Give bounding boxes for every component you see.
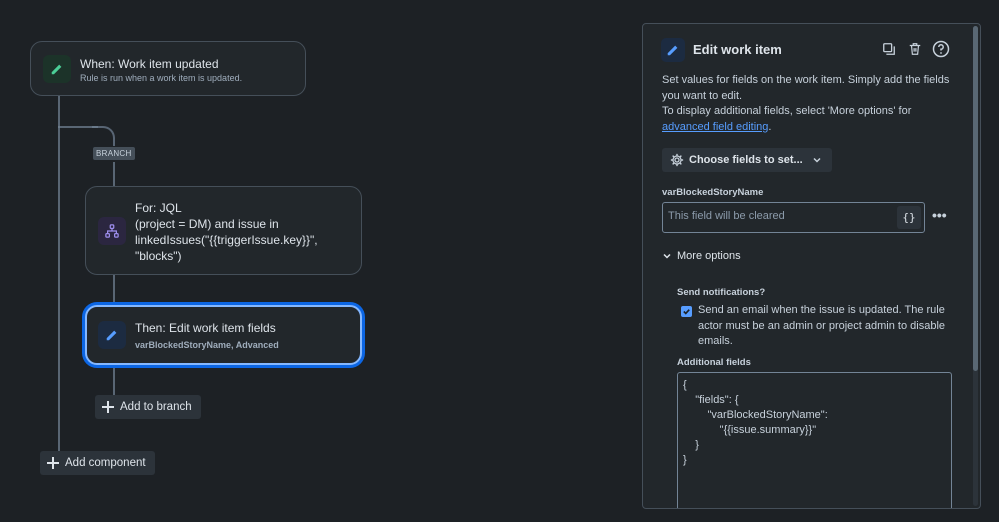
action-title: Then: Edit work item fields <box>135 321 276 335</box>
panel-actions <box>880 40 950 58</box>
desc-end: . <box>768 120 772 133</box>
panel-scroll-thumb[interactable] <box>973 26 978 371</box>
add-component-button[interactable]: Add component <box>40 451 155 475</box>
edit-work-item-panel: Edit work item Set values for fields on … <box>642 23 981 509</box>
action-card[interactable]: Then: Edit work item fields varBlockedSt… <box>85 305 362 365</box>
pencil-icon <box>667 45 678 56</box>
chevron-down-icon <box>813 157 821 163</box>
branch-line-3: linkedIssues("{{triggerIssue.key}}", <box>135 233 318 247</box>
plus-icon <box>102 401 114 413</box>
code-line: } <box>683 454 687 466</box>
gear-icon <box>670 153 684 167</box>
action-subtitle: varBlockedStoryName, Advanced <box>135 340 279 350</box>
pencil-icon <box>106 330 117 341</box>
duplicate-button[interactable] <box>880 40 898 58</box>
more-options-toggle[interactable]: More options <box>662 250 741 262</box>
desc-line-2: To display additional fields, select 'Mo… <box>662 105 912 117</box>
code-line: { <box>683 379 687 391</box>
field-label: varBlockedStoryName <box>662 187 764 198</box>
chevron-down-icon <box>663 253 671 259</box>
action-icon-box <box>98 321 126 349</box>
code-line: "fields": { <box>683 394 739 406</box>
send-notifications-label: Send notifications? <box>677 287 766 298</box>
trash-icon <box>909 43 921 55</box>
advanced-field-editing-link[interactable]: advanced field editing <box>662 121 768 133</box>
action-subtitle-rest: , Advanced <box>231 340 279 350</box>
desc-line-1: Set values for fields on the work item. … <box>662 74 950 102</box>
trigger-title: When: Work item updated <box>80 57 219 71</box>
additional-fields-label: Additional fields <box>677 357 751 368</box>
send-email-text: Send an email when the issue is updated.… <box>698 304 946 347</box>
panel-scrollbar[interactable] <box>973 26 978 506</box>
plus-icon <box>47 457 59 469</box>
trigger-subtitle: Rule is run when a work item is updated. <box>80 73 243 83</box>
send-email-checkbox[interactable] <box>681 306 692 317</box>
code-line: } <box>683 439 699 451</box>
hierarchy-icon <box>105 224 119 238</box>
code-line: "{{issue.summary}}" <box>683 424 817 436</box>
delete-button[interactable] <box>906 40 924 58</box>
panel-description: Set values for fields on the work item. … <box>662 73 952 135</box>
panel-icon-box <box>661 38 685 62</box>
choose-fields-button[interactable]: Choose fields to set... <box>662 148 832 172</box>
var-blocked-story-name-field[interactable]: {} <box>662 202 925 233</box>
pencil-icon <box>51 64 62 75</box>
panel-title: Edit work item <box>693 42 782 57</box>
help-icon <box>932 40 950 58</box>
help-button[interactable] <box>932 40 950 58</box>
var-blocked-story-name-input[interactable] <box>668 210 893 222</box>
add-component-label: Add component <box>65 457 146 469</box>
additional-fields-editor[interactable]: { "fields": { "varBlockedStoryName": "{{… <box>677 372 952 508</box>
branch-line-2: (project = DM) and issue in <box>135 217 279 231</box>
branch-line-1: For: JQL <box>135 201 182 215</box>
more-options-label: More options <box>677 250 741 262</box>
connector-branch-to-action <box>113 274 115 305</box>
action-subtitle-field: varBlockedStoryName <box>135 340 232 350</box>
connector-branch-corner <box>92 126 115 146</box>
check-icon <box>683 309 690 315</box>
trigger-card[interactable]: When: Work item updated Rule is run when… <box>30 41 306 96</box>
rule-canvas: When: Work item updated Rule is run when… <box>0 0 640 522</box>
connector-action-to-add <box>113 365 115 395</box>
trigger-icon-box <box>43 55 71 83</box>
field-more-button[interactable]: ••• <box>932 207 947 223</box>
smart-value-button[interactable]: {} <box>897 206 921 229</box>
branch-tag: BRANCH <box>93 147 135 160</box>
branch-line-4: "blocks") <box>135 249 182 263</box>
connector-branch-down <box>113 162 115 186</box>
connector-main <box>58 96 60 454</box>
branch-icon-box <box>98 217 126 245</box>
duplicate-icon <box>883 43 895 55</box>
add-to-branch-button[interactable]: Add to branch <box>95 395 201 419</box>
choose-fields-label: Choose fields to set... <box>689 154 803 166</box>
code-line: "varBlockedStoryName": <box>683 409 828 421</box>
add-to-branch-label: Add to branch <box>120 401 192 413</box>
branch-card[interactable]: For: JQL (project = DM) and issue in lin… <box>85 186 362 275</box>
